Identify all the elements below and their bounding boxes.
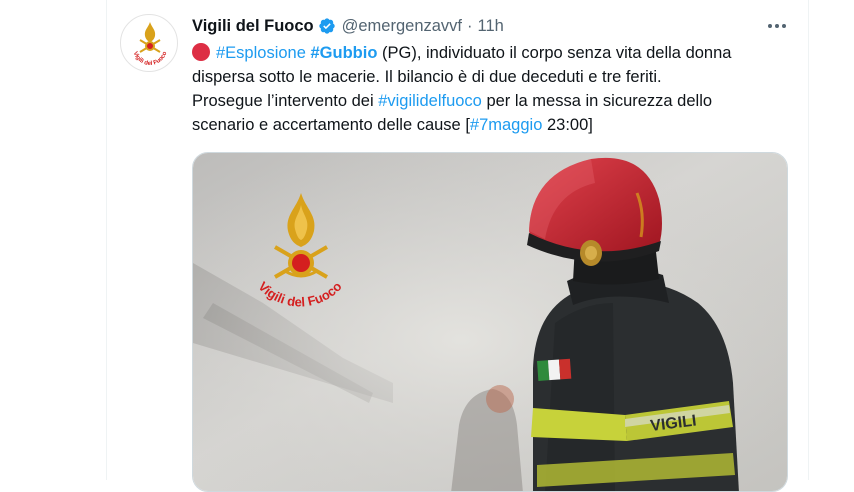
avatar[interactable]: Vigili del Fuoco [120,14,178,72]
tweet-media-image[interactable]: Vigili del Fuoco VIGILI [192,152,788,492]
user-handle[interactable]: @emergenzavvf [342,15,462,37]
hashtag-link[interactable]: #Gubbio [311,44,378,62]
tweet-line: #Esplosione #Gubbio (PG), individuato il… [192,41,804,65]
display-name[interactable]: Vigili del Fuoco [192,15,314,37]
hashtag-link[interactable]: #vigilidelfuoco [378,92,482,110]
tweet-line: dispersa sotto le macerie. Il bilancio è… [192,65,804,89]
verified-badge-icon [318,17,336,35]
vvf-logo-icon: Vigili del Fuoco [132,22,169,67]
svg-text:Vigili del Fuoco: Vigili del Fuoco [132,51,169,67]
tweet-text-segment: Prosegue l’intervento dei [192,92,379,110]
tweet-text-segment: per la messa in sicurezza dello [481,92,713,110]
column-divider-left [106,0,107,480]
tweet-line: scenario e accertamento delle cause [#7m… [192,113,804,137]
tweet-text-segment: (PG), individuato il corpo senza vita de… [377,44,732,62]
tweet-timestamp[interactable]: 11h [478,15,504,37]
tweet-text-segment: scenario e accertamento delle cause [ [192,116,470,134]
line-1-content: #Esplosione #Gubbio (PG), individuato il… [216,44,731,62]
tweet-text-segment: dispersa sotto le macerie. Il bilancio è… [192,68,662,86]
red-circle-icon [192,43,210,61]
tweet-header: Vigili del Fuoco @emergenzavvf · 11h [192,14,504,38]
firefighter-photo: Vigili del Fuoco VIGILI [193,153,787,491]
tweet-text: #Esplosione #Gubbio (PG), individuato il… [192,41,804,137]
header-separator: · [467,17,473,35]
tweet-text-segment: 23:00] [542,116,593,134]
column-divider-right [808,0,809,480]
hashtag-link[interactable]: #Esplosione [216,44,306,62]
hashtag-link[interactable]: #7maggio [470,116,542,134]
italian-flag-patch [537,358,572,381]
tweet-line: Prosegue l’intervento dei #vigilidelfuoc… [192,89,804,113]
more-options-button[interactable] [764,14,790,38]
more-horizontal-icon [768,24,786,28]
tweet-frame: Vigili del Fuoco Vigili del Fuoco @emerg… [0,0,854,492]
avatar-logo-text: Vigili del Fuoco [132,51,169,67]
